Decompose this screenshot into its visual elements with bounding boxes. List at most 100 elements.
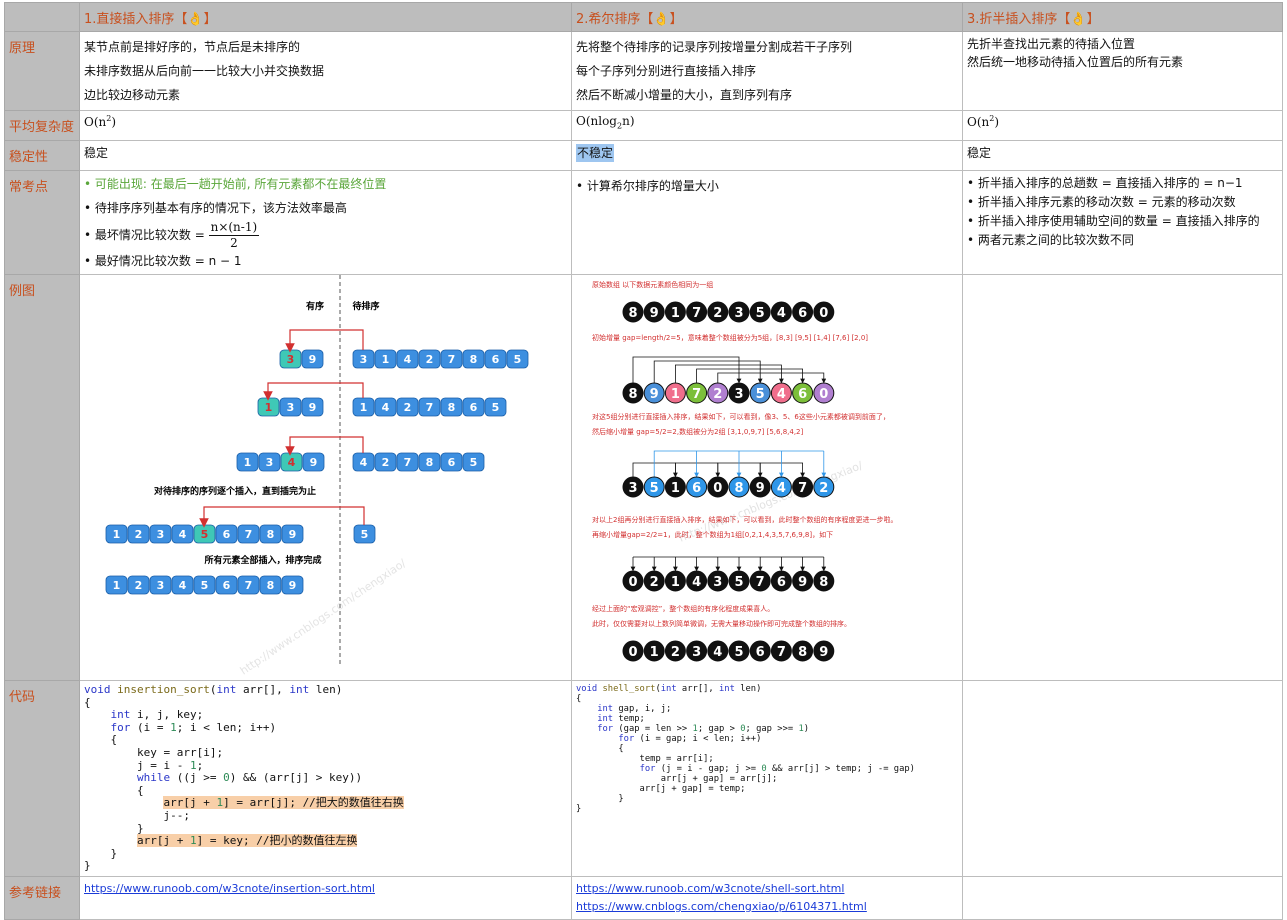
code-shell: void shell_sort(int arr[], int len) { in… [571,680,963,877]
circle-value: 1 [671,575,680,590]
shell-number-circle: 5 [728,640,750,662]
step-text: 然后缩小增量 gap=5/2=2,数组被分为2组 [3,1,0,9,7] [5,… [592,427,804,436]
circle-value: 6 [798,306,807,321]
shell-number-circle: 8 [792,640,814,662]
array-cell: 3 [352,349,375,369]
shell-number-circle: 0 [813,301,835,323]
shell-number-circle: 8 [622,382,644,404]
number-value: 9 [309,401,317,414]
ref-link-shell-cnblogs[interactable]: https://www.cnblogs.com/chengxiao/p/6104… [576,898,958,916]
shell-number-circle: 9 [813,640,835,662]
common-bullet: • 折半插入排序元素的移动次数 = 元素的移动次数 [967,195,1236,209]
shell-number-circle: 3 [622,476,644,498]
circle-value: 9 [756,481,765,496]
watermark: http://www.cnblogs.com/chengxiao/ [238,557,409,677]
number-value: 9 [289,579,297,592]
array-cell: 3 [279,397,302,417]
array-cell: 6 [484,349,507,369]
refs-row: 参考链接 https://www.runoob.com/w3cnote/inse… [4,876,1283,920]
common-text: 计算希尔排序的增量大小 [586,179,719,193]
shell-number-circle: 1 [664,382,686,404]
circle-value: 0 [628,575,637,590]
array-cell: 6 [462,397,485,417]
number-value: 7 [426,401,434,414]
shell-number-circle: 0 [813,382,835,404]
circle-value: 2 [650,575,659,590]
circle-value: 1 [671,306,680,321]
array-cell: 9 [302,452,325,472]
shell-number-circle: 4 [770,382,792,404]
array-cell: 6 [215,524,238,544]
common-text: 待排序序列基本有序的情况下，该方法效率最高 [94,201,347,215]
circle-value: 2 [671,645,680,660]
shell-number-circle: 2 [813,476,835,498]
step-text: 经过上面的“宏观调控”，整个数组的有序化程度成果喜人。 [592,604,774,613]
shell-number-circle: 0 [622,640,644,662]
principle-binary: 先折半查找出元素的待插入位置 然后统一地移动待插入位置后的所有元素 [962,31,1283,111]
common-text: 可能出现: 在最后一趟开始前, 所有元素都不在最终位置 [94,177,387,191]
number-value: 6 [448,456,456,469]
number-value: 3 [157,528,165,541]
example-binary [962,274,1283,681]
shell-number-circle: 9 [643,301,665,323]
array-cell: 2 [127,575,150,595]
circle-value: 7 [798,481,807,496]
step-text: 此时，仅仅需要对以上数列简单微调，无需大量移动操作即可完成整个数组的排序。 [592,619,851,628]
number-value: 5 [492,401,500,414]
shell-number-circle: 2 [664,640,686,662]
number-value: 1 [382,353,390,366]
array-cell: 7 [237,575,260,595]
circle-value: 6 [798,387,807,402]
array-cell: 7 [418,397,441,417]
common-text: 最坏情况比较次数 = [94,228,209,242]
array-cell: 5 [353,524,376,544]
ref-link-insertion[interactable]: https://www.runoob.com/w3cnote/insertion… [84,880,567,898]
circle-value: 5 [734,645,743,660]
shell-number-circle: 5 [728,570,750,592]
number-value: 2 [135,528,143,541]
array-cell: 1 [257,397,280,417]
shell-number-circle: 1 [664,301,686,323]
shell-number-circle: 4 [770,476,792,498]
circle-value: 0 [819,306,828,321]
circle-value: 5 [756,306,765,321]
shell-number-circle: 6 [770,570,792,592]
circle-value: 2 [713,306,722,321]
number-value: 4 [288,456,296,469]
circle-value: 5 [734,575,743,590]
circle-value: 0 [628,645,637,660]
circle-value: 5 [650,481,659,496]
shell-number-circle: 7 [749,570,771,592]
gap-connector [717,372,827,384]
number-value: 3 [287,401,295,414]
array-cell: 5 [193,524,216,544]
shell-number-circle: 1 [643,640,665,662]
number-value: 3 [287,353,295,366]
label-common: 常考点 [4,170,80,275]
common-binary: • 折半插入排序的总趟数 = 直接插入排序的 = n−1 • 折半插入排序元素的… [962,170,1283,275]
avg-insertion: O(n2) [79,110,572,141]
array-cell: 9 [281,524,304,544]
shell-number-circle: 8 [728,476,750,498]
number-value: 7 [245,579,253,592]
shell-number-circle: 7 [770,640,792,662]
principle-line: 先将整个待排序的记录序列按增量分割成若干子序列 [576,40,853,54]
label-avg-complexity: 平均复杂度 [4,110,80,141]
insert-arrow [285,329,364,353]
number-value: 4 [404,353,412,366]
number-value: 4 [179,579,187,592]
array-cell: 8 [259,524,282,544]
header-insertion-sort: 1.直接插入排序【👌】 [79,2,572,32]
header-binary-insertion-sort: 3.折半插入排序【👌】 [962,2,1283,32]
caption-insert: 对待排序的序列逐个插入，直到插完为止 [154,485,316,497]
avg-binary-base: O(n [967,115,990,129]
number-value: 6 [492,353,500,366]
common-bullet: • 待排序序列基本有序的情况下，该方法效率最高 [84,201,347,215]
ref-link-shell-runoob[interactable]: https://www.runoob.com/w3cnote/shell-sor… [576,880,958,898]
common-bullet: • 两者元素之间的比较次数不同 [967,233,1134,247]
label-principle: 原理 [4,31,80,111]
number-value: 1 [113,579,121,592]
example-shell: http://www.cnblogs.com/chengxiao/原始数组 以下… [571,274,963,681]
number-value: 8 [448,401,456,414]
circle-value: 1 [650,645,659,660]
